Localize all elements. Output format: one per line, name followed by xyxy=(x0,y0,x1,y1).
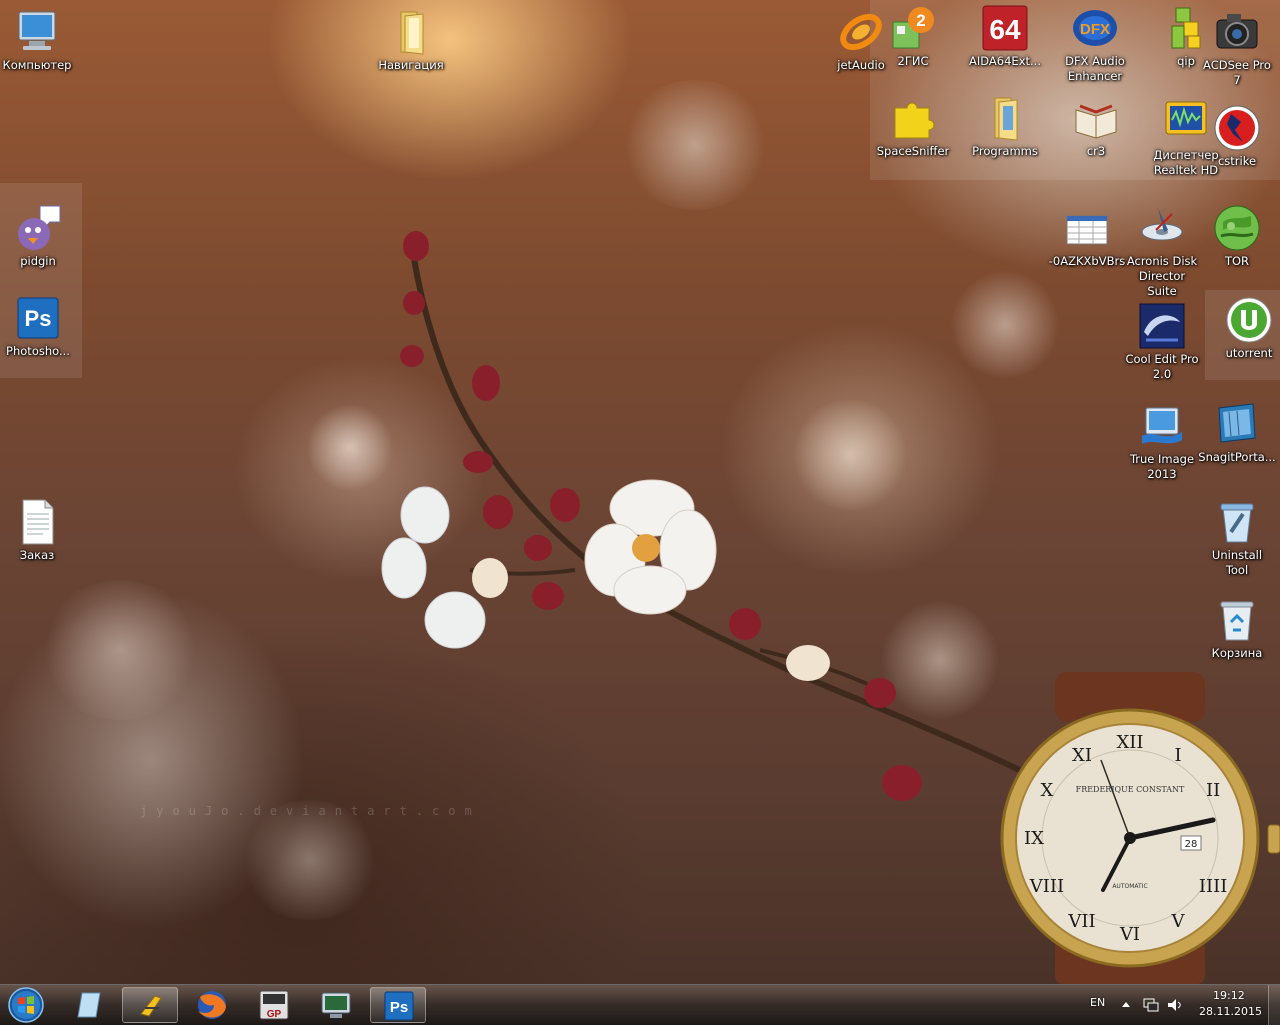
desktop-icon-spreadsheet-file[interactable]: -0AZKXbVBrs xyxy=(1048,204,1126,269)
watch-numeral: IIII xyxy=(1199,876,1227,897)
clock-gadget[interactable]: FREDERIQUE CONSTANT AUTOMATIC 28 XII I II I… xyxy=(995,660,1280,984)
desktop-icon-programms[interactable]: Programms xyxy=(966,94,1044,159)
aida64-icon: 64 xyxy=(981,4,1029,52)
white-flower xyxy=(381,486,486,649)
tray-clock-date[interactable]: 28.11.2015 xyxy=(1199,1005,1262,1018)
network-icon[interactable] xyxy=(1142,997,1160,1013)
desktop-icon-cstrike[interactable]: cstrike xyxy=(1198,104,1276,169)
desktop-icon-computer[interactable]: Компьютер xyxy=(0,8,76,73)
spreadsheet-icon xyxy=(1063,204,1111,252)
language-indicator[interactable]: EN xyxy=(1090,996,1105,1009)
recycle-bin-icon xyxy=(1213,596,1261,644)
watch-numeral: XII xyxy=(1116,732,1143,753)
photoshop-icon: Ps xyxy=(384,991,414,1021)
tray-expand-icon[interactable] xyxy=(1120,999,1132,1011)
monitor-app-icon xyxy=(321,992,351,1018)
tray-clock-time[interactable]: 19:12 xyxy=(1213,989,1245,1002)
desktop-icon-photoshop[interactable]: Ps Photosho... xyxy=(0,294,77,359)
watch-date: 28 xyxy=(1185,839,1198,850)
watch-numeral: VI xyxy=(1119,924,1140,945)
svg-text:64: 64 xyxy=(989,14,1021,45)
guitar-pro-icon: GP xyxy=(259,990,289,1020)
trueimage-icon xyxy=(1138,402,1186,450)
desktop-icon-spacesniffer[interactable]: SpaceSniffer xyxy=(874,94,952,159)
tor-icon xyxy=(1213,204,1261,252)
watch-numeral: X xyxy=(1040,780,1053,801)
desktop-icon-dfx[interactable]: DFX DFX Audio Enhancer xyxy=(1056,4,1134,84)
watch-numeral: VII xyxy=(1067,911,1095,932)
photoshop-icon: Ps xyxy=(14,294,62,342)
uninstall-tool-icon xyxy=(1213,498,1261,546)
show-desktop-icon xyxy=(77,992,101,1018)
jetaudio-icon xyxy=(140,995,162,1017)
svg-text:GP: GP xyxy=(267,1009,282,1020)
desktop[interactable]: jyouJo.deviantart.com Компьютер Навигаци… xyxy=(0,0,1280,984)
desktop-icon-acdsee[interactable]: ACDSee Pro 7 xyxy=(1198,8,1276,88)
desktop-icon-acronis[interactable]: Acronis Disk Director Suite xyxy=(1123,204,1201,299)
desktop-icon-tor[interactable]: TOR xyxy=(1198,204,1276,269)
dfx-icon: DFX xyxy=(1071,4,1119,52)
watch-crown xyxy=(1267,824,1280,854)
taskbar-monitor-app[interactable] xyxy=(308,987,364,1023)
watch-numeral: V xyxy=(1171,911,1186,932)
watch-numeral: XI xyxy=(1072,745,1092,766)
watch-numeral: IX xyxy=(1024,828,1044,849)
desktop-icon-pidgin[interactable]: pidgin xyxy=(0,204,77,269)
taskbar-jetaudio[interactable] xyxy=(122,987,178,1023)
snagit-icon xyxy=(1213,400,1261,448)
utorrent-icon xyxy=(1225,296,1273,344)
start-button[interactable] xyxy=(4,986,48,1024)
taskbar-show-desktop[interactable] xyxy=(62,987,118,1023)
volume-icon[interactable] xyxy=(1166,997,1184,1013)
svg-text:Ps: Ps xyxy=(25,306,52,331)
desktop-icon-trueimage[interactable]: True Image 2013 xyxy=(1123,402,1201,482)
counter-strike-icon xyxy=(1213,104,1261,152)
watch-sub: AUTOMATIC xyxy=(1112,883,1147,890)
folder-icon xyxy=(387,8,435,56)
watch-numeral: I xyxy=(1174,745,1181,766)
text-document-icon xyxy=(13,498,61,546)
taskbar-photoshop[interactable]: Ps xyxy=(370,987,426,1023)
book-icon xyxy=(1072,94,1120,142)
desktop-icon-2gis[interactable]: 2 2ГИС xyxy=(874,4,952,69)
taskbar: GP Ps EN 19:12 28.11.2015 xyxy=(0,984,1280,1025)
desktop-icon-snagit[interactable]: SnagitPorta... xyxy=(1198,400,1276,465)
desktop-icon-cooledit[interactable]: Cool Edit Pro 2.0 xyxy=(1123,302,1201,382)
svg-text:DFX: DFX xyxy=(1080,21,1110,38)
watch-numeral: VIII xyxy=(1029,876,1064,897)
taskbar-firefox[interactable] xyxy=(184,987,240,1023)
show-desktop-strip[interactable] xyxy=(1268,985,1280,1025)
pidgin-icon xyxy=(14,204,62,252)
camera-icon xyxy=(1213,8,1261,56)
desktop-icon-utorrent[interactable]: utorrent xyxy=(1210,296,1280,361)
watch-numeral: II xyxy=(1206,780,1220,801)
desktop-icon-order-document[interactable]: Заказ xyxy=(0,498,76,563)
cooledit-icon xyxy=(1138,302,1186,350)
desktop-icon-recycle-bin[interactable]: Корзина xyxy=(1198,596,1276,661)
svg-text:Ps: Ps xyxy=(390,999,408,1016)
acronis-icon xyxy=(1138,204,1186,252)
desktop-icon-aida64[interactable]: 64 AIDA64Ext... xyxy=(966,4,1044,69)
desktop-icon-navigation[interactable]: Навигация xyxy=(372,8,450,73)
desktop-icon-cr3[interactable]: cr3 xyxy=(1057,94,1135,159)
watch-brand: FREDERIQUE CONSTANT xyxy=(1076,785,1185,794)
2gis-icon: 2 xyxy=(889,4,937,52)
svg-text:2: 2 xyxy=(916,11,925,30)
computer-icon xyxy=(13,8,61,56)
folder-icon xyxy=(981,94,1029,142)
watermark: jyouJo.deviantart.com xyxy=(140,804,481,818)
desktop-icon-uninstall-tool[interactable]: Uninstall Tool xyxy=(1198,498,1276,578)
taskbar-guitar-pro[interactable]: GP xyxy=(246,987,302,1023)
puzzle-icon xyxy=(889,94,937,142)
firefox-icon xyxy=(198,991,226,1019)
